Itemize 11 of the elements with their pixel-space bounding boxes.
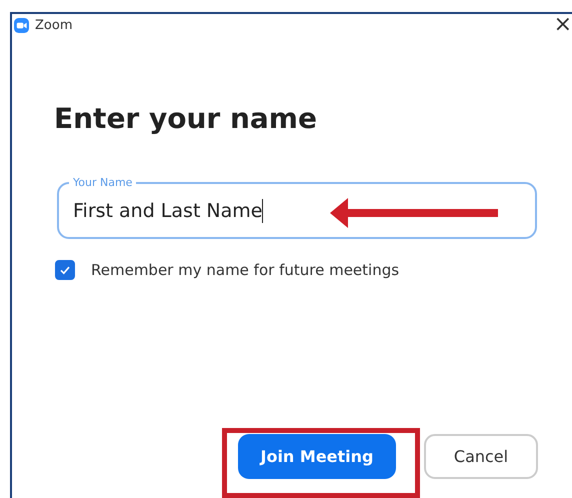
cancel-button[interactable]: Cancel <box>424 434 538 479</box>
close-button[interactable]: × <box>554 14 572 36</box>
join-button[interactable]: Join Meeting <box>238 434 396 479</box>
dialog-heading: Enter your name <box>54 102 318 135</box>
field-value: First and Last Name <box>73 200 262 222</box>
field-label: Your Name <box>72 177 134 189</box>
remember-checkbox[interactable] <box>55 260 75 280</box>
text-cursor <box>262 199 264 223</box>
app-logo-icon <box>14 18 29 32</box>
checkbox-label: Remember my name for future meetings <box>91 261 400 279</box>
window-title: Zoom <box>35 18 72 32</box>
